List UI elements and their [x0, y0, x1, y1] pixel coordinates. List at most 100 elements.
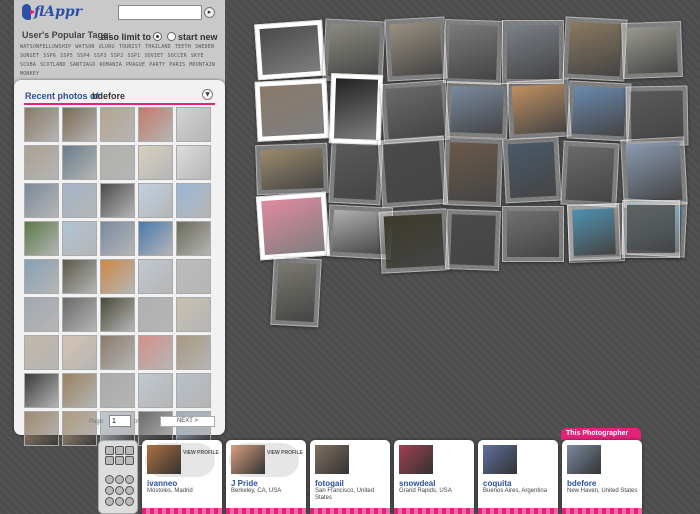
- wall-photo[interactable]: [562, 16, 628, 82]
- collapse-icon[interactable]: ▼: [202, 89, 213, 100]
- photo-thumbnail[interactable]: [138, 297, 173, 332]
- photo-thumbnail[interactable]: [62, 183, 97, 218]
- tag-link[interactable]: MOUNTAIN: [189, 61, 215, 69]
- photographer-card[interactable]: fotogail San Francisco, United States: [310, 440, 390, 514]
- photo-thumbnail[interactable]: [176, 259, 211, 294]
- wall-photo[interactable]: [620, 136, 688, 208]
- tag-link[interactable]: MONKEY: [20, 70, 39, 78]
- wall-photo[interactable]: [621, 20, 683, 80]
- photo-thumbnail[interactable]: [62, 221, 97, 256]
- tag-link[interactable]: ULURU: [99, 43, 115, 51]
- photo-thumbnail[interactable]: [138, 259, 173, 294]
- tag-link[interactable]: SSP2: [111, 52, 124, 60]
- photo-thumbnail[interactable]: [100, 145, 135, 180]
- photographer-name[interactable]: snowdeal: [399, 479, 435, 488]
- photo-thumbnail[interactable]: [24, 411, 59, 446]
- tag-link[interactable]: SSP4: [77, 52, 90, 60]
- photographer-name[interactable]: J Pride: [231, 479, 258, 488]
- photographer-name[interactable]: fotogail: [315, 479, 344, 488]
- search-go-icon[interactable]: ▸: [204, 7, 215, 18]
- wall-photo[interactable]: [254, 19, 326, 81]
- view-profile-button[interactable]: VIEW PROFILE: [267, 450, 303, 457]
- photo-thumbnail[interactable]: [176, 373, 211, 408]
- page-input[interactable]: [109, 415, 131, 427]
- wall-photo[interactable]: [506, 78, 572, 140]
- wall-photo[interactable]: [445, 80, 509, 140]
- photo-thumbnail[interactable]: [176, 183, 211, 218]
- tag-link[interactable]: SCOTLAND: [40, 61, 66, 69]
- wall-photo[interactable]: [378, 208, 450, 274]
- photo-thumbnail[interactable]: [62, 335, 97, 370]
- photo-thumbnail[interactable]: [138, 107, 173, 142]
- tag-link[interactable]: SSP1: [127, 52, 140, 60]
- photo-thumbnail[interactable]: [62, 297, 97, 332]
- photo-thumbnail[interactable]: [138, 221, 173, 256]
- photo-thumbnail[interactable]: [138, 183, 173, 218]
- wall-photo[interactable]: [622, 200, 680, 258]
- photo-thumbnail[interactable]: [62, 259, 97, 294]
- tag-link[interactable]: SOCCER: [168, 52, 187, 60]
- photo-thumbnail[interactable]: [100, 221, 135, 256]
- wall-photo[interactable]: [567, 203, 621, 261]
- tag-link[interactable]: SKYE: [191, 52, 204, 60]
- tag-link[interactable]: PARIS: [169, 61, 185, 69]
- wall-photo[interactable]: [384, 16, 448, 82]
- wall-photo[interactable]: [328, 138, 384, 206]
- tag-link[interactable]: SSP6: [43, 52, 56, 60]
- view-toggle[interactable]: [98, 440, 138, 514]
- tag-link[interactable]: PARTY: [149, 61, 165, 69]
- photographer-name[interactable]: ivanneo: [147, 479, 177, 488]
- photo-thumbnail[interactable]: [176, 297, 211, 332]
- photo-thumbnail[interactable]: [176, 335, 211, 370]
- wall-photo[interactable]: [328, 73, 384, 145]
- photographer-card[interactable]: coquita Buenos Aires, Argentina: [478, 440, 558, 514]
- photo-thumbnail[interactable]: [176, 107, 211, 142]
- tag-link[interactable]: TOURIST: [119, 43, 141, 51]
- photo-thumbnail[interactable]: [24, 221, 59, 256]
- photo-thumbnail[interactable]: [24, 259, 59, 294]
- tag-link[interactable]: SCUBA: [20, 61, 36, 69]
- photo-thumbnail[interactable]: [100, 107, 135, 142]
- photographer-card[interactable]: bdefore New Haven, United States: [562, 440, 642, 514]
- photo-thumbnail[interactable]: [100, 183, 135, 218]
- photo-thumbnail[interactable]: [176, 145, 211, 180]
- photographer-name[interactable]: coquita: [483, 479, 511, 488]
- tag-link[interactable]: THAILAND: [145, 43, 171, 51]
- photo-thumbnail[interactable]: [100, 297, 135, 332]
- tag-link[interactable]: WATSONFELLOWSHIP: [20, 43, 71, 51]
- view-profile-button[interactable]: VIEW PROFILE: [183, 450, 219, 457]
- tag-link[interactable]: SSP3: [94, 52, 107, 60]
- photographer-card[interactable]: snowdeal Grand Rapids, USA: [394, 440, 474, 514]
- limit-radio[interactable]: [153, 32, 162, 41]
- photo-thumbnail[interactable]: [138, 335, 173, 370]
- photo-thumbnail[interactable]: [100, 373, 135, 408]
- photo-thumbnail[interactable]: [24, 297, 59, 332]
- photo-thumbnail[interactable]: [24, 335, 59, 370]
- tag-link[interactable]: WATSON: [75, 43, 94, 51]
- wall-photo[interactable]: [270, 256, 322, 328]
- wall-photo[interactable]: [255, 191, 331, 261]
- photographer-card[interactable]: VIEW PROFILE J Pride Berkeley, CA, USA: [226, 440, 306, 514]
- wall-photo[interactable]: [502, 20, 564, 84]
- wall-photo[interactable]: [255, 142, 329, 196]
- photo-thumbnail[interactable]: [100, 259, 135, 294]
- photo-thumbnail[interactable]: [24, 183, 59, 218]
- photo-thumbnail[interactable]: [24, 145, 59, 180]
- start-new-radio[interactable]: [167, 32, 176, 41]
- photo-thumbnail[interactable]: [100, 335, 135, 370]
- wall-photo[interactable]: [254, 78, 330, 142]
- photo-thumbnail[interactable]: [138, 373, 173, 408]
- next-page-button[interactable]: NEXT >: [160, 416, 215, 427]
- photographer-name[interactable]: bdefore: [567, 479, 596, 488]
- photo-thumbnail[interactable]: [62, 411, 97, 446]
- wall-photo[interactable]: [566, 80, 632, 142]
- photo-thumbnail[interactable]: [62, 145, 97, 180]
- photo-thumbnail[interactable]: [62, 373, 97, 408]
- photographer-card[interactable]: VIEW PROFILE ivanneo Móstoles, Madrid: [142, 440, 222, 514]
- tag-link[interactable]: SUNSET: [20, 52, 39, 60]
- wall-photo[interactable]: [442, 137, 504, 207]
- tag-link[interactable]: SSP5: [60, 52, 73, 60]
- tag-link[interactable]: SANTIAGO: [70, 61, 96, 69]
- search-input[interactable]: [118, 5, 202, 20]
- wall-photo[interactable]: [442, 19, 504, 85]
